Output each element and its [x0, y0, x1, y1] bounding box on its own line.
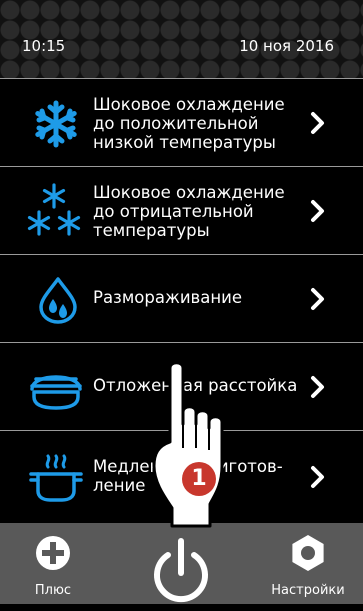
menu-item-label: Размораживание: [93, 288, 243, 307]
step-badge: 1: [182, 462, 216, 496]
snowflake-icon: [35, 100, 77, 148]
triple-snowflake-icon: [27, 183, 81, 236]
clock-time: 10:15: [22, 37, 66, 55]
pointing-hand-icon: [152, 361, 224, 528]
tutorial-hand-overlay: 1: [150, 361, 240, 530]
step-number: 1: [191, 466, 207, 491]
power-icon: [154, 538, 208, 603]
chevron-right-icon: [311, 376, 324, 398]
chevron-right-icon: [311, 466, 324, 488]
plus-button[interactable]: Плюс: [18, 523, 88, 604]
menu-item-chill-negative[interactable]: Шоковое охлаждение до отрицательной темп…: [0, 166, 363, 254]
menu-item-chill-positive[interactable]: Шоковое охлаждение до положительной низк…: [0, 78, 363, 166]
proofing-dome-icon: [30, 375, 82, 410]
power-button[interactable]: [148, 535, 214, 607]
status-header: 10:15 10 ноя 2016: [0, 0, 363, 78]
gear-icon: [292, 535, 324, 571]
menu-item-label: Шоковое охлаждение до отрицательной темп…: [93, 183, 285, 240]
cooking-pot-icon: [29, 454, 83, 502]
settings-button[interactable]: Настройки: [258, 523, 358, 604]
settings-label: Настройки: [271, 583, 345, 598]
plus-label: Плюс: [34, 583, 72, 598]
menu-item-label: Шоковое охлаждение до положительной низк…: [93, 95, 285, 152]
menu-item-defrost[interactable]: Размораживание: [0, 254, 363, 342]
bottom-toolbar: Плюс Настройки: [0, 523, 363, 604]
chevron-right-icon: [311, 288, 324, 310]
chevron-right-icon: [311, 200, 324, 222]
app-screen: 10:15 10 ноя 2016 Шоковое охлаждение до …: [0, 0, 363, 604]
plus-icon: [36, 536, 70, 570]
chevron-right-icon: [311, 112, 324, 134]
current-date: 10 ноя 2016: [239, 37, 334, 55]
water-drops-icon: [39, 277, 77, 324]
